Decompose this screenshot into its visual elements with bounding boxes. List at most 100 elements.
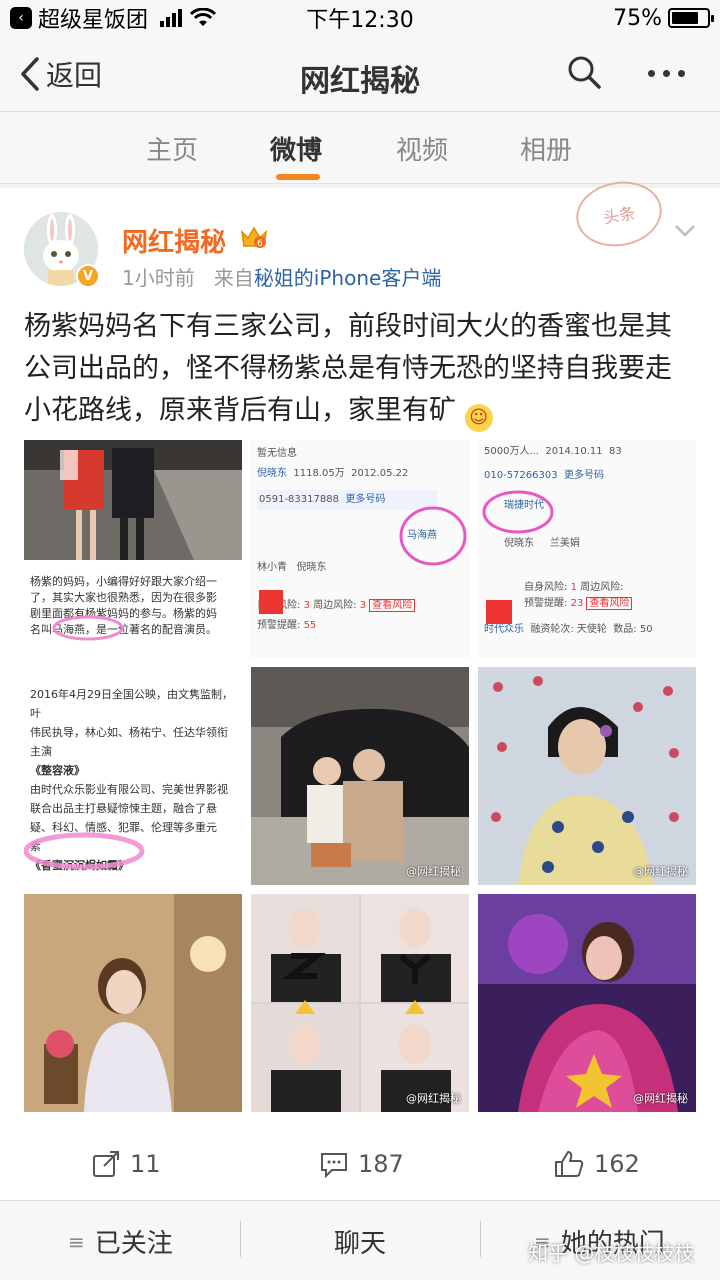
info-row: 1118.05万 <box>293 468 345 479</box>
doc-line: 由时代众乐影业有限公司、完美世界影视 <box>30 783 228 796</box>
post-actions: 11 187 162 <box>0 1140 720 1196</box>
chat-button[interactable]: 聊天 <box>334 1223 386 1260</box>
divider <box>240 1221 241 1257</box>
battery-percent: 75% <box>613 5 662 31</box>
repost-count: 11 <box>130 1150 161 1178</box>
info-row: 更多号码 <box>563 470 604 481</box>
doc-line: 疑、科幻、情感、犯罪、伦理等多重元 <box>30 821 217 834</box>
post-image-1[interactable]: 杨紫的妈妈，小编得好好跟大家介绍一 了，其实大家也很熟悉，因为在很多影 剧里面都… <box>24 440 242 658</box>
tab-home[interactable]: 主页 <box>146 130 198 167</box>
comment-count: 187 <box>358 1150 404 1178</box>
image-watermark: @网红揭秘 <box>406 865 461 878</box>
post-image-8[interactable]: @网红揭秘 <box>251 894 469 1112</box>
thumbs-up-icon <box>555 1151 584 1177</box>
menu-icon: ≡ <box>68 1229 85 1254</box>
back-to-app[interactable]: ‹ 超级星饭团 <box>10 2 148 34</box>
info-row: 预警提醒: <box>524 598 568 609</box>
source-watermark: 知乎 @枝枝枝枝枝 <box>528 1241 695 1265</box>
doc-text-4: 2016年4月29日全国公映，由文隽监制，叶 伟民执导，林心如、杨祐宁、任达华领… <box>30 685 242 875</box>
verified-badge: V <box>76 264 100 288</box>
post-image-7[interactable] <box>24 894 242 1112</box>
status-bar: ‹ 超级星饭团 下午12:30 75% <box>0 0 720 36</box>
info-row: 010-57266303 <box>484 470 558 481</box>
post-image-3[interactable]: 5000万人... 2014.10.11 83 010-57266303 更多号… <box>478 440 696 658</box>
info-row: 查看风险 <box>586 597 633 610</box>
repost-icon <box>93 1151 119 1177</box>
chevron-down-icon[interactable] <box>674 224 696 238</box>
doc-line: 素 <box>30 840 41 853</box>
company-info-text: 暂无信息 倪晓东 1118.05万 2012.05.22 0591-833178… <box>257 448 437 631</box>
bottom-bar: ≡ 已关注 聊天 ≡ 她的热门 知乎 @枝枝枝枝枝 <box>0 1200 720 1280</box>
post-image-6[interactable]: @网红揭秘 <box>478 667 696 885</box>
source-prefix: 来自 <box>213 266 254 290</box>
comment-button[interactable]: 187 <box>320 1150 404 1178</box>
active-tab-indicator <box>276 174 320 180</box>
info-row: 林小青 <box>257 562 287 573</box>
filter-collage-photo <box>251 894 469 1112</box>
search-icon[interactable] <box>566 54 602 90</box>
doc-line: 《整容液》 <box>30 764 85 777</box>
divider <box>480 1221 481 1257</box>
post-meta: 1小时前 来自秘姐的iPhone客户端 <box>122 262 441 291</box>
company-info-text: 5000万人... 2014.10.11 83 010-57266303 更多号… <box>484 446 653 635</box>
info-row: 周边风险: <box>313 600 357 611</box>
doc-line: 《香蜜沉沉烬如霜》 <box>30 859 129 872</box>
doc-line: 主演 <box>30 745 52 758</box>
battery-icon <box>668 8 714 28</box>
info-row: 暂无信息 <box>257 448 297 459</box>
info-row: 马海燕 <box>407 530 437 541</box>
profile-tabs: 主页 微博 视频 相册 <box>0 112 720 184</box>
chevron-left-icon <box>21 57 39 91</box>
post-text-body: 杨紫妈妈名下有三家公司，前段时间大火的香蜜也是其公司出品的，怪不得杨紫总是有恃无… <box>24 311 672 426</box>
info-row: 查看风险 <box>369 599 416 612</box>
image-watermark: @网红揭秘 <box>633 1092 688 1105</box>
post-source[interactable]: 秘姐的iPhone客户端 <box>254 266 442 290</box>
repost-button[interactable]: 11 <box>92 1150 161 1178</box>
follow-button[interactable]: ≡ 已关注 <box>68 1223 173 1260</box>
info-row: 倪晓东 <box>504 538 534 549</box>
tab-weibo[interactable]: 微博 <box>270 130 322 167</box>
tab-album[interactable]: 相册 <box>520 130 572 167</box>
doc-line: 伟民执导，林心如、杨祐宁、任达华领衔 <box>30 726 228 739</box>
author-name[interactable]: 网红揭秘 <box>122 222 226 259</box>
info-row: 周边风险: <box>580 582 624 593</box>
neon-portrait-photo <box>478 894 696 1112</box>
post-image-4[interactable]: 2016年4月29日全国公映，由文隽监制，叶 伟民执导，林心如、杨祐宁、任达华领… <box>24 667 242 885</box>
info-row: 预警提醒: <box>257 620 301 631</box>
post-time: 1小时前 <box>122 266 195 290</box>
post-image-5[interactable]: @网红揭秘 <box>251 667 469 885</box>
nav-bar: 返回 网红揭秘 <box>0 36 720 112</box>
back-arrow-icon: ‹ <box>10 7 32 29</box>
doc-line: 2016年4月29日全国公映，由文隽监制，叶 <box>30 688 233 720</box>
vip-crown-icon[interactable]: 6 <box>240 224 268 250</box>
back-button[interactable]: 返回 <box>20 54 102 94</box>
emoji-drool-icon: ☺ <box>464 404 493 432</box>
follow-label: 已关注 <box>94 1229 173 1259</box>
vintage-portrait-photo <box>478 667 696 885</box>
info-row: 兰美娟 <box>549 538 580 549</box>
doc-line: 杨紫的妈妈，小编得好好跟大家介绍一 <box>30 575 217 588</box>
doc-text-1: 杨紫的妈妈，小编得好好跟大家介绍一 了，其实大家也很熟悉，因为在很多影 剧里面都… <box>30 574 217 638</box>
post-image-9[interactable]: @网红揭秘 <box>478 894 696 1112</box>
info-row: 数品: 50 <box>613 624 653 635</box>
info-row: 瑞捷时代 <box>504 500 544 511</box>
back-app-label: 超级星饭团 <box>38 8 149 33</box>
chat-label: 聊天 <box>334 1229 387 1259</box>
tab-video[interactable]: 视频 <box>396 130 448 167</box>
doc-line: 了，其实大家也很熟悉，因为在很多影 <box>30 591 217 604</box>
doc-line: 名叫马海燕，是一位著名的配音演员。 <box>30 623 217 636</box>
post-image-2[interactable]: 暂无信息 倪晓东 1118.05万 2012.05.22 0591-833178… <box>251 440 469 658</box>
image-watermark: @网红揭秘 <box>633 865 688 878</box>
info-row: 更多号码 <box>345 494 386 505</box>
like-button[interactable]: 162 <box>554 1150 640 1178</box>
comment-icon <box>321 1153 347 1178</box>
info-row: 2014.10.11 <box>545 446 603 457</box>
weibo-post-card: V 网红揭秘 6 1小时前 来自秘姐的iPhone客户端 头条 杨紫妈妈名下有三… <box>0 175 720 1200</box>
battery-status: 75% <box>613 5 714 31</box>
headline-stamp: 头条 <box>571 175 667 253</box>
info-row: 0591-83317888 <box>259 494 339 505</box>
wifi-icon <box>190 8 217 26</box>
more-icon[interactable] <box>648 70 685 77</box>
info-row: 倪晓东 <box>296 562 327 573</box>
info-row: 自身风险: <box>524 582 568 593</box>
